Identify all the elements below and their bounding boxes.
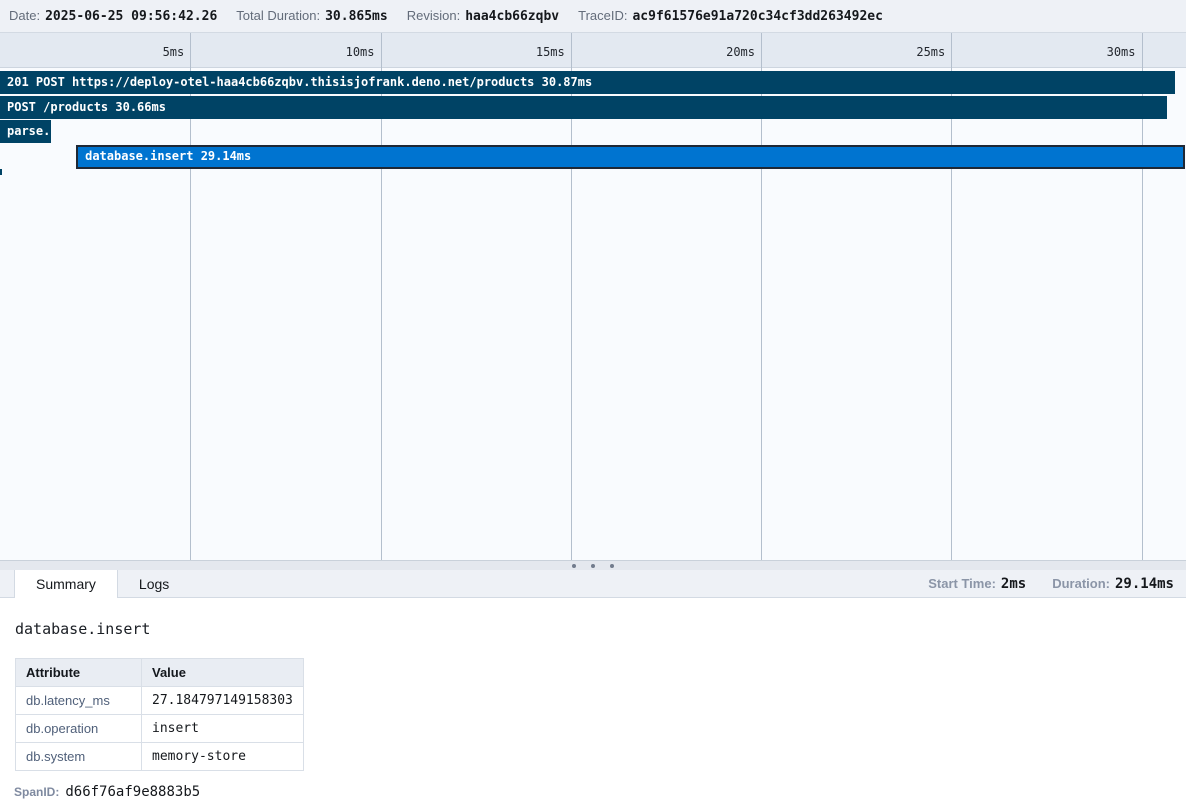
attribute-name: db.operation	[16, 715, 142, 743]
start-time-label: Start Time:	[928, 576, 996, 591]
attributes-table: Attribute Value db.latency_ms 27.1847971…	[15, 658, 304, 771]
tick-label: 20ms	[685, 45, 755, 59]
span-id-value: d66f76af9e8883b5	[65, 784, 200, 800]
total-duration-label: Total Duration:	[236, 8, 320, 23]
revision-value: haa4cb66zqbv	[465, 9, 559, 24]
meta-revision: Revision: haa4cb66zqbv	[407, 8, 559, 24]
start-time: Start Time: 2ms	[928, 576, 1026, 592]
tick-label: 25ms	[875, 45, 945, 59]
span-id: SpanID: d66f76af9e8883b5	[14, 784, 1172, 800]
tab-summary[interactable]: Summary	[14, 570, 118, 598]
selected-span-name: database.insert	[15, 620, 1172, 638]
span-bar[interactable]: POST /products 30.66ms	[0, 96, 1167, 119]
tick-label: 15ms	[495, 45, 565, 59]
span-bar[interactable]: database.insert 29.14ms	[76, 145, 1185, 169]
table-row: db.latency_ms 27.184797149158303	[16, 687, 304, 715]
span-bar[interactable]: 201 POST https://deploy-otel-haa4cb66zqb…	[0, 71, 1175, 94]
attribute-value: insert	[142, 715, 304, 743]
drag-dot-icon	[572, 564, 576, 568]
attributes-header-row: Attribute Value	[16, 659, 304, 687]
detail-tab-bar: Summary Logs Start Time: 2ms Duration: 2…	[0, 570, 1186, 598]
date-value: 2025-06-25 09:56:42.26	[45, 9, 217, 24]
attribute-column-header: Attribute	[16, 659, 142, 687]
trace-meta-bar: Date: 2025-06-25 09:56:42.26 Total Durat…	[0, 0, 1186, 33]
trace-viewer: Date: 2025-06-25 09:56:42.26 Total Durat…	[0, 0, 1186, 802]
attribute-name: db.latency_ms	[16, 687, 142, 715]
attribute-value: 27.184797149158303	[142, 687, 304, 715]
span-bar[interactable]: parse.	[0, 120, 51, 143]
drag-dot-icon	[610, 564, 614, 568]
span-bar[interactable]	[0, 169, 2, 175]
tick-label: 10ms	[305, 45, 375, 59]
summary-panel: database.insert Attribute Value db.laten…	[0, 598, 1186, 802]
drag-dot-icon	[591, 564, 595, 568]
tab-bar-spacer	[190, 570, 928, 597]
span-duration-value: 29.14ms	[1115, 576, 1174, 592]
tab-logs[interactable]: Logs	[118, 570, 190, 597]
revision-label: Revision:	[407, 8, 460, 23]
span-duration: Duration: 29.14ms	[1052, 576, 1174, 592]
meta-total-duration: Total Duration: 30.865ms	[236, 8, 387, 24]
tick-label: 5ms	[114, 45, 184, 59]
trace-id-value: ac9f61576e91a720c34cf3dd263492ec	[632, 9, 882, 24]
table-row: db.system memory-store	[16, 743, 304, 771]
tick-label: 30ms	[1066, 45, 1136, 59]
date-label: Date:	[9, 8, 40, 23]
trace-id-label: TraceID:	[578, 8, 627, 23]
timeline: 5ms 10ms 15ms 20ms 25ms 30ms 201 POST https://…	[0, 33, 1186, 560]
span-id-label: SpanID:	[14, 785, 59, 799]
table-row: db.operation insert	[16, 715, 304, 743]
span-duration-label: Duration:	[1052, 576, 1110, 591]
attribute-value: memory-store	[142, 743, 304, 771]
panel-resize-handle[interactable]	[0, 560, 1186, 570]
total-duration-value: 30.865ms	[325, 9, 388, 24]
value-column-header: Value	[142, 659, 304, 687]
meta-trace-id: TraceID: ac9f61576e91a720c34cf3dd263492e…	[578, 8, 883, 24]
attribute-name: db.system	[16, 743, 142, 771]
span-timing-info: Start Time: 2ms Duration: 29.14ms	[928, 570, 1186, 597]
start-time-value: 2ms	[1001, 576, 1026, 592]
meta-date: Date: 2025-06-25 09:56:42.26	[9, 8, 217, 24]
